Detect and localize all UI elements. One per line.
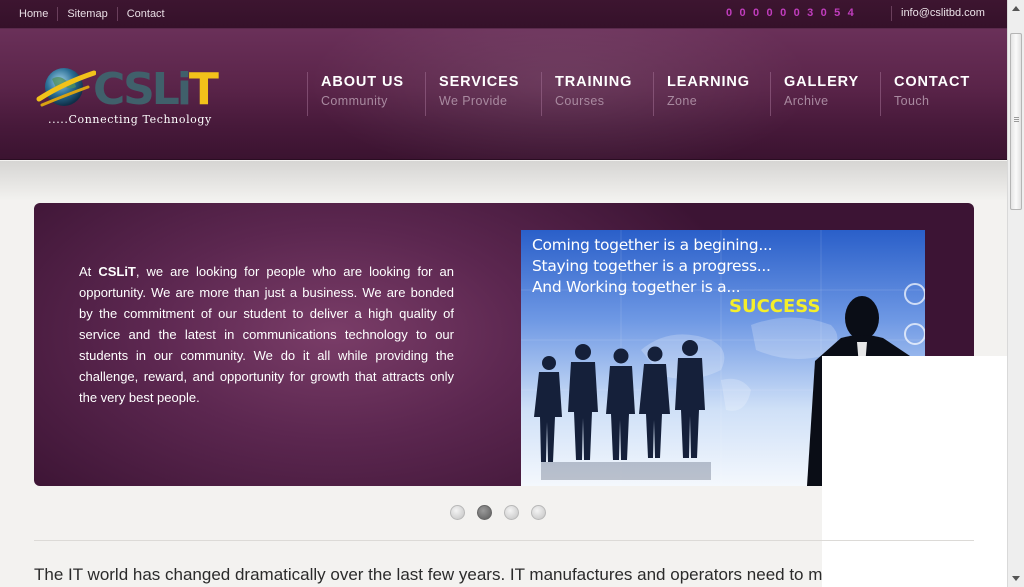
site-logo[interactable]: CSLiT .....Connecting Technology (36, 65, 226, 129)
logo-text-li: Li (151, 64, 192, 115)
nav-training[interactable]: TRAINING Courses (541, 72, 653, 116)
slide-text-body: , we are looking for people who are look… (79, 264, 454, 405)
nav-subtitle: We Provide (439, 94, 508, 108)
nav-services[interactable]: SERVICES We Provide (425, 72, 541, 116)
page-scrollbar[interactable] (1007, 0, 1024, 587)
slide-text-prefix: At (79, 264, 99, 279)
slide-text-brand: CSLiT (98, 264, 136, 279)
scroll-up-arrow-icon[interactable] (1012, 6, 1020, 11)
scroll-grip (1014, 121, 1019, 122)
image-highlight: SUCCESS (729, 296, 821, 317)
scroll-grip (1014, 117, 1019, 118)
logo-tagline: .....Connecting Technology (48, 113, 212, 126)
logo-wordmark: CSLiT (93, 64, 219, 115)
slide-text: At CSLiT, we are looking for people who … (79, 261, 454, 408)
site-header: CSLiT .....Connecting Technology ABOUT U… (0, 29, 1007, 160)
nav-title: GALLERY (784, 74, 860, 90)
nav-learning[interactable]: LEARNING Zone (653, 72, 770, 116)
header-shadow (0, 161, 1007, 201)
globe-logo-icon (36, 68, 96, 107)
scroll-grip (1014, 119, 1019, 120)
top-link-home[interactable]: Home (10, 7, 57, 21)
image-line-2: Staying together is a progress... (532, 257, 771, 275)
scroll-down-arrow-icon[interactable] (1012, 576, 1020, 581)
section-divider (34, 540, 974, 541)
nav-title: SERVICES (439, 74, 520, 90)
slider-dot-2[interactable] (477, 505, 492, 520)
top-link-contact[interactable]: Contact (116, 7, 174, 21)
nav-title: LEARNING (667, 74, 750, 90)
slider-pagination (450, 505, 546, 520)
top-link-sitemap[interactable]: Sitemap (57, 7, 116, 21)
nav-title: ABOUT US (321, 74, 404, 90)
slider-dot-4[interactable] (531, 505, 546, 520)
slider-dot-1[interactable] (450, 505, 465, 520)
nav-subtitle: Courses (555, 94, 605, 108)
nav-about-us[interactable]: ABOUT US Community (307, 72, 425, 116)
nav-subtitle: Zone (667, 94, 698, 108)
logo-text-cs: CS (93, 64, 155, 115)
image-line-1: Coming together is a begining... (532, 236, 773, 254)
slider-dot-3[interactable] (504, 505, 519, 520)
contact-email[interactable]: info@cslitbd.com (891, 6, 985, 21)
nav-subtitle: Touch (894, 94, 930, 108)
scroll-thumb[interactable] (1010, 33, 1022, 210)
nav-subtitle: Community (321, 94, 388, 108)
main-nav: ABOUT US Community SERVICES We Provide T… (307, 72, 980, 116)
top-bar: Home Sitemap Contact 0000003054 info@csl… (0, 0, 1007, 29)
nav-subtitle: Archive (784, 94, 829, 108)
image-line-3: And Working together is a... (532, 278, 741, 296)
intro-paragraph: The IT world has changed dramatically ov… (34, 565, 822, 584)
nav-title: TRAINING (555, 74, 633, 90)
top-links: Home Sitemap Contact (10, 7, 174, 21)
nav-title: CONTACT (894, 74, 971, 90)
nav-contact[interactable]: CONTACT Touch (880, 72, 980, 116)
overlay-panel (822, 356, 1007, 587)
logo-text-t: T (188, 64, 219, 115)
nav-gallery[interactable]: GALLERY Archive (770, 72, 880, 116)
visitor-counter: 0000003054 (726, 7, 862, 19)
